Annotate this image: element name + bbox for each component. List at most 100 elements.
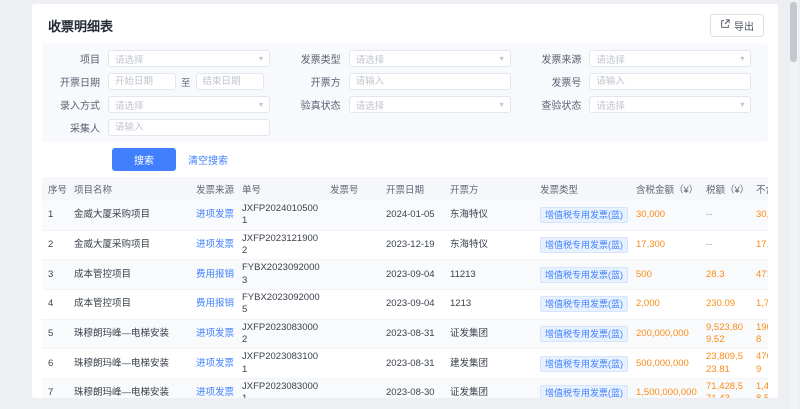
page-title: 收票明细表 bbox=[48, 16, 113, 35]
date-end-input[interactable] bbox=[196, 73, 264, 90]
cell-issuer: 证发集团 bbox=[444, 326, 534, 342]
invoice-source-link[interactable]: 费用报销 bbox=[196, 298, 234, 309]
chevron-down-icon: ▾ bbox=[259, 101, 263, 109]
invoice-type-tag: 增值税专用发票(蓝) bbox=[540, 267, 628, 283]
cell-source: 进项发票 bbox=[190, 356, 236, 372]
table-row: 7珠穆朗玛峰—电梯安装进项发票JXFP202308300012023-08-30… bbox=[42, 379, 768, 398]
chevron-down-icon: ▾ bbox=[740, 55, 744, 63]
filter-form: 项目请选择▾发票类型请选择▾发票来源请选择▾开票日期至开票方发票号录入方式请选择… bbox=[46, 49, 764, 137]
cell-date: 2023-09-04 bbox=[380, 296, 444, 312]
date-range-separator: 至 bbox=[181, 75, 191, 89]
column-header: 发票类型 bbox=[534, 177, 630, 201]
cell-project: 珠穆朗玛峰—电梯安装 bbox=[68, 356, 190, 372]
column-header: 开票方 bbox=[444, 177, 534, 201]
cell-source: 进项发票 bbox=[190, 237, 236, 253]
cell-invoice_no bbox=[324, 332, 380, 336]
cell-project: 成本管控项目 bbox=[68, 296, 190, 312]
filter-label: 开票日期 bbox=[46, 74, 108, 89]
cell-issuer: 东海特仪 bbox=[444, 207, 534, 223]
cell-order_no: JXFP20240105001 bbox=[236, 201, 324, 230]
cell-invoice_no bbox=[324, 391, 380, 395]
select-placeholder: 请选择 bbox=[596, 52, 625, 66]
date-start-input[interactable] bbox=[108, 73, 176, 90]
cell-amount_incl: 200,000,000 bbox=[630, 326, 700, 342]
cell-date: 2023-09-04 bbox=[380, 267, 444, 283]
cell-project: 金威大厦采购项目 bbox=[68, 207, 190, 223]
export-button[interactable]: 导出 bbox=[710, 14, 764, 37]
cell-tax: -- bbox=[700, 207, 750, 223]
chevron-down-icon: ▾ bbox=[259, 55, 263, 63]
cell-order_no: JXFP20230830002 bbox=[236, 320, 324, 349]
table-row: 3成本管控项目费用报销FYBX202309200032023-09-041121… bbox=[42, 260, 768, 290]
column-header: 项目名称 bbox=[68, 177, 190, 201]
select-placeholder: 请选择 bbox=[596, 98, 625, 112]
cell-tax: -- bbox=[700, 237, 750, 253]
cell-invoice_type: 增值税专用发票(蓝) bbox=[534, 235, 630, 255]
cell-no: 2 bbox=[42, 237, 68, 253]
export-label: 导出 bbox=[734, 18, 754, 33]
table-row: 6珠穆朗玛峰—电梯安装进项发票JXFP202308310012023-08-31… bbox=[42, 349, 768, 379]
cell-no: 6 bbox=[42, 356, 68, 372]
filter-select[interactable]: 请选择▾ bbox=[349, 96, 511, 113]
filter-input[interactable] bbox=[349, 73, 511, 90]
invoice-source-link[interactable]: 费用报销 bbox=[196, 269, 234, 280]
cell-amount_excl: 1,769.91 bbox=[750, 296, 768, 312]
cell-order_no: JXFP20230830001 bbox=[236, 379, 324, 398]
filter-select[interactable]: 请选择 ▾ bbox=[108, 96, 270, 113]
column-header: 开票日期 bbox=[380, 177, 444, 201]
cell-amount_incl: 500 bbox=[630, 267, 700, 283]
filter-select[interactable]: 请选择 ▾ bbox=[349, 50, 511, 67]
invoice-source-link[interactable]: 进项发票 bbox=[196, 209, 234, 220]
column-header: 发票来源 bbox=[190, 177, 236, 201]
invoice-source-link[interactable]: 进项发票 bbox=[196, 328, 234, 339]
filter-field: 发票来源请选择▾ bbox=[527, 49, 764, 68]
table-row: 5珠穆朗玛峰—电梯安装进项发票JXFP202308300022023-08-31… bbox=[42, 320, 768, 350]
column-header: 序号 bbox=[42, 177, 68, 201]
filter-input[interactable] bbox=[108, 119, 270, 136]
cell-issuer: 建发集团 bbox=[444, 356, 534, 372]
select-placeholder: 请选择 bbox=[115, 52, 144, 66]
cell-order_no: JXFP20230831001 bbox=[236, 349, 324, 378]
cell-amount_excl: 30,000 bbox=[750, 207, 768, 223]
vertical-scrollbar-thumb[interactable] bbox=[790, 2, 797, 62]
column-header: 含税金额（¥） bbox=[630, 177, 700, 201]
clear-search-button[interactable]: 清空搜索 bbox=[188, 152, 228, 167]
select-placeholder: 请选择 bbox=[356, 98, 385, 112]
cell-amount_incl: 30,000 bbox=[630, 207, 700, 223]
cell-amount_excl: 1,428,571,428.57 bbox=[750, 379, 768, 398]
filter-label: 录入方式 bbox=[46, 97, 108, 112]
filter-select[interactable]: 请选择▾ bbox=[589, 96, 751, 113]
cell-date: 2023-12-19 bbox=[380, 237, 444, 253]
chevron-down-icon: ▾ bbox=[500, 55, 504, 63]
filter-field: 发票类型请选择▾ bbox=[287, 49, 524, 68]
cell-order_no: JXFP20231219002 bbox=[236, 231, 324, 260]
filter-field: 开票方 bbox=[287, 72, 524, 91]
cell-source: 进项发票 bbox=[190, 385, 236, 398]
cell-order_no: FYBX20230920005 bbox=[236, 290, 324, 319]
cell-project: 珠穆朗玛峰—电梯安装 bbox=[68, 326, 190, 342]
search-button[interactable]: 搜索 bbox=[112, 148, 176, 171]
filter-field: 开票日期 至 bbox=[46, 72, 283, 91]
select-placeholder: 请选择 bbox=[356, 52, 385, 66]
select-placeholder: 请选择 bbox=[115, 98, 144, 112]
date-range: 至 bbox=[108, 73, 264, 90]
filter-select[interactable]: 请选择 ▾ bbox=[589, 50, 751, 67]
column-header: 不含税金额（¥） bbox=[750, 177, 768, 201]
cell-tax: 23,809,523.81 bbox=[700, 349, 750, 378]
cell-no: 3 bbox=[42, 267, 68, 283]
cell-source: 进项发票 bbox=[190, 207, 236, 223]
invoice-source-link[interactable]: 进项发票 bbox=[196, 358, 234, 369]
invoice-source-link[interactable]: 进项发票 bbox=[196, 387, 234, 398]
filter-field: 发票号 bbox=[527, 72, 764, 91]
table-header-row: 序号项目名称发票来源单号发票号开票日期开票方发票类型含税金额（¥）税额（¥）不含… bbox=[42, 177, 768, 201]
cell-amount_excl: 476,190,476.19 bbox=[750, 349, 768, 378]
cell-tax: 230.09 bbox=[700, 296, 750, 312]
filter-input[interactable] bbox=[589, 73, 751, 90]
filter-select[interactable]: 请选择 ▾ bbox=[108, 50, 270, 67]
vertical-scrollbar[interactable] bbox=[789, 0, 798, 409]
invoice-source-link[interactable]: 进项发票 bbox=[196, 239, 234, 250]
invoice-type-tag: 增值税专用发票(蓝) bbox=[540, 237, 628, 253]
cell-invoice_no bbox=[324, 213, 380, 217]
cell-invoice_type: 增值税专用发票(蓝) bbox=[534, 324, 630, 344]
card-header: 收票明细表 导出 bbox=[42, 12, 768, 43]
